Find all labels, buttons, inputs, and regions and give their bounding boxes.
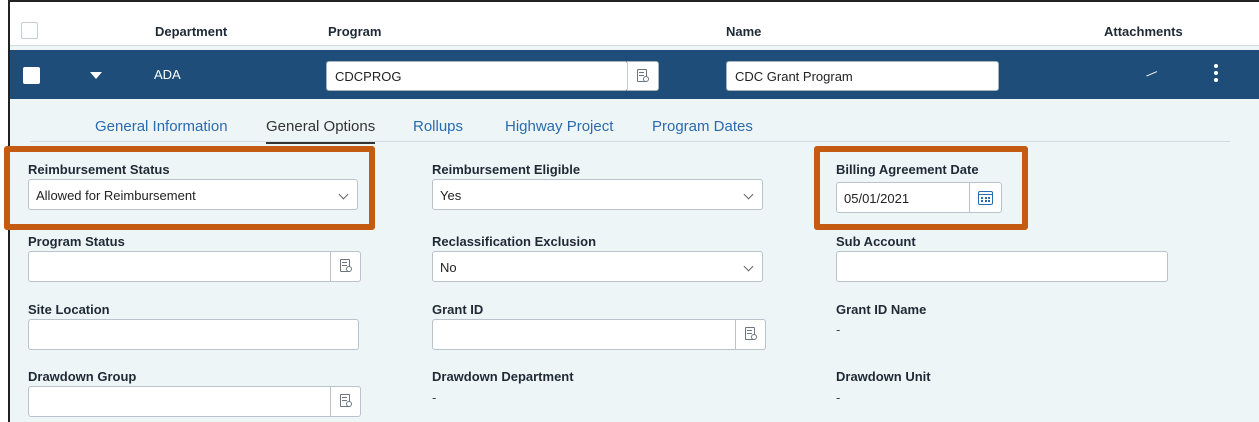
grant-id-name-label: Grant ID Name bbox=[836, 302, 927, 317]
reclassification-exclusion-value: No bbox=[440, 260, 457, 275]
tab-general-options[interactable]: General Options bbox=[266, 118, 376, 144]
reclassification-exclusion-select[interactable]: No bbox=[432, 251, 763, 282]
reimbursement-status-label: Reimbursement Status bbox=[28, 162, 170, 177]
grid-header: Department Program Name Attachments bbox=[10, 2, 1259, 46]
reimbursement-eligible-select[interactable]: Yes bbox=[432, 179, 763, 210]
tab-rollups[interactable]: Rollups bbox=[413, 118, 463, 135]
lookup-icon bbox=[339, 259, 352, 274]
reimbursement-status-value: Allowed for Reimbursement bbox=[36, 188, 196, 203]
reimbursement-eligible-value: Yes bbox=[440, 188, 462, 203]
site-location-input[interactable] bbox=[28, 319, 359, 350]
program-status-lookup-button[interactable] bbox=[330, 251, 361, 282]
column-header-department[interactable]: Department bbox=[155, 24, 227, 39]
drawdown-group-input[interactable] bbox=[28, 386, 331, 417]
drawdown-group-lookup-button[interactable] bbox=[330, 386, 361, 417]
billing-agreement-date-label: Billing Agreement Date bbox=[836, 162, 979, 177]
tab-general-information[interactable]: General Information bbox=[95, 118, 228, 135]
drawdown-unit-value: - bbox=[836, 390, 841, 405]
calendar-icon bbox=[978, 190, 993, 205]
table-row-selected: ADA CDCPROG CDC Grant Program ∕︎ bbox=[10, 50, 1259, 99]
program-input[interactable]: CDCPROG bbox=[326, 61, 628, 91]
more-vertical-icon[interactable] bbox=[1214, 64, 1218, 82]
reimbursement-eligible-label: Reimbursement Eligible bbox=[432, 162, 581, 177]
grant-id-lookup-button[interactable] bbox=[735, 319, 766, 350]
grant-id-name-value: - bbox=[836, 322, 841, 337]
sub-account-label: Sub Account bbox=[836, 234, 916, 249]
lookup-icon bbox=[744, 327, 757, 342]
chevron-down-icon bbox=[743, 261, 754, 272]
chevron-down-icon bbox=[338, 189, 349, 200]
drawdown-department-value: - bbox=[432, 390, 437, 405]
reimbursement-status-select[interactable]: Allowed for Reimbursement bbox=[28, 179, 358, 210]
program-status-input[interactable] bbox=[28, 251, 331, 282]
site-location-label: Site Location bbox=[28, 302, 110, 317]
row-checkbox[interactable] bbox=[23, 67, 40, 84]
name-input[interactable]: CDC Grant Program bbox=[726, 61, 999, 91]
reclassification-exclusion-label: Reclassification Exclusion bbox=[432, 234, 597, 249]
tab-program-dates[interactable]: Program Dates bbox=[652, 118, 753, 135]
drawdown-group-label: Drawdown Group bbox=[28, 369, 137, 384]
tab-highway-project[interactable]: Highway Project bbox=[505, 118, 613, 135]
select-all-checkbox[interactable] bbox=[21, 22, 38, 39]
lookup-icon bbox=[339, 394, 352, 409]
grant-id-label: Grant ID bbox=[432, 302, 484, 317]
paperclip-icon[interactable]: ∕︎ bbox=[1147, 67, 1158, 81]
column-header-attachments[interactable]: Attachments bbox=[1104, 24, 1183, 39]
program-record-panel: Department Program Name Attachments ADA … bbox=[4, 0, 1259, 422]
program-status-label: Program Status bbox=[28, 234, 125, 249]
row-department: ADA bbox=[154, 67, 181, 82]
column-header-name[interactable]: Name bbox=[726, 24, 761, 39]
grant-id-input[interactable] bbox=[432, 319, 736, 350]
program-lookup-button[interactable] bbox=[627, 61, 659, 91]
drawdown-department-label: Drawdown Department bbox=[432, 369, 574, 384]
lookup-icon bbox=[637, 68, 649, 84]
billing-agreement-date-input[interactable]: 05/01/2021 bbox=[836, 182, 970, 213]
column-header-program[interactable]: Program bbox=[328, 24, 381, 39]
chevron-down-icon bbox=[743, 189, 754, 200]
detail-tabs: General Information General Options Roll… bbox=[30, 110, 1230, 144]
collapse-row-icon[interactable] bbox=[90, 72, 102, 79]
date-picker-button[interactable] bbox=[969, 182, 1002, 213]
sub-account-input[interactable] bbox=[836, 251, 1168, 282]
drawdown-unit-label: Drawdown Unit bbox=[836, 369, 931, 384]
